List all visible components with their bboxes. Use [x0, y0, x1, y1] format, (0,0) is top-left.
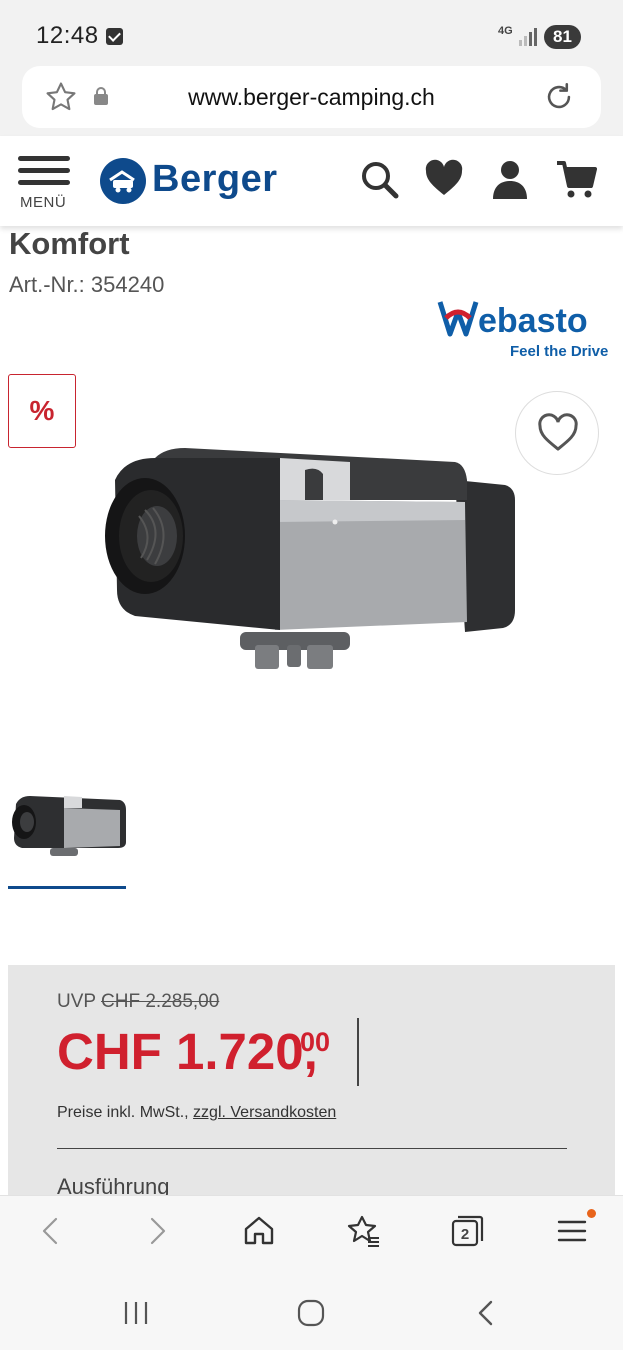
- recents-icon[interactable]: [121, 1298, 151, 1328]
- network-type: 4G: [498, 25, 513, 37]
- cart-icon[interactable]: [555, 158, 597, 200]
- heart-outline-icon: [538, 413, 578, 451]
- forward-icon[interactable]: [140, 1214, 174, 1248]
- notification-check-icon: [106, 28, 123, 45]
- current-price-cents: 00: [300, 1027, 331, 1057]
- url-text[interactable]: www.berger-camping.ch: [22, 84, 601, 111]
- article-value: 354240: [90, 272, 165, 297]
- menu-label: MENÜ: [20, 194, 67, 211]
- shipping-costs-link[interactable]: zzgl. Versandkosten: [193, 1104, 336, 1121]
- bookmarks-icon[interactable]: [346, 1214, 380, 1248]
- brand-tagline: Feel the Drive: [510, 343, 609, 360]
- browser-toolbar: 2: [0, 1195, 623, 1270]
- battery-indicator: 81: [544, 25, 581, 49]
- product-image[interactable]: [95, 440, 535, 750]
- thumbnail-active-indicator: [8, 886, 126, 889]
- sale-badge: %: [8, 374, 76, 448]
- product-thumbnail[interactable]: [8, 790, 126, 860]
- address-bar[interactable]: www.berger-camping.ch: [22, 66, 601, 128]
- system-navigation: [0, 1270, 623, 1350]
- search-icon[interactable]: [358, 158, 400, 200]
- hamburger-icon: [18, 156, 70, 161]
- divider: [57, 1148, 567, 1149]
- status-bar: 12:48 4G 81: [0, 0, 623, 66]
- uvp-price: UVP CHF 2.285,00: [57, 991, 219, 1013]
- uvp-value: CHF 2.285,00: [101, 991, 220, 1012]
- home-circle-icon[interactable]: [296, 1298, 326, 1328]
- tab-count: 2: [460, 1226, 470, 1243]
- back-icon[interactable]: [34, 1214, 68, 1248]
- menu-notification-dot: [587, 1209, 596, 1218]
- article-number: Art.-Nr.: 354240: [9, 272, 164, 298]
- svg-text:ebasto: ebasto: [478, 302, 588, 338]
- brand-logo-text: ebasto: [478, 302, 588, 338]
- price-divider: [357, 1018, 359, 1086]
- status-time: 12:48: [36, 22, 99, 49]
- user-icon[interactable]: [489, 158, 531, 200]
- current-price: CHF 1.720,: [57, 1023, 318, 1080]
- menu-icon[interactable]: [555, 1214, 589, 1248]
- signal-icon: [519, 28, 537, 46]
- home-icon[interactable]: [242, 1214, 276, 1248]
- article-label: Art.-Nr.:: [9, 272, 85, 297]
- reload-icon[interactable]: [542, 80, 576, 114]
- heart-icon[interactable]: [423, 158, 465, 200]
- back-chevron-icon[interactable]: [471, 1298, 501, 1328]
- tabs-button[interactable]: 2: [450, 1214, 484, 1248]
- browser-address-area: www.berger-camping.ch: [0, 66, 623, 136]
- site-logo[interactable]: Berger: [152, 158, 278, 201]
- tax-note: Preise inkl. MwSt., zzgl. Versandkosten: [57, 1104, 336, 1122]
- menu-button[interactable]: MENÜ: [18, 156, 70, 211]
- tax-note-text: Preise inkl. MwSt.,: [57, 1104, 189, 1121]
- logo-icon[interactable]: [100, 158, 146, 204]
- uvp-label: UVP: [57, 991, 96, 1012]
- product-title: Komfort: [9, 226, 130, 261]
